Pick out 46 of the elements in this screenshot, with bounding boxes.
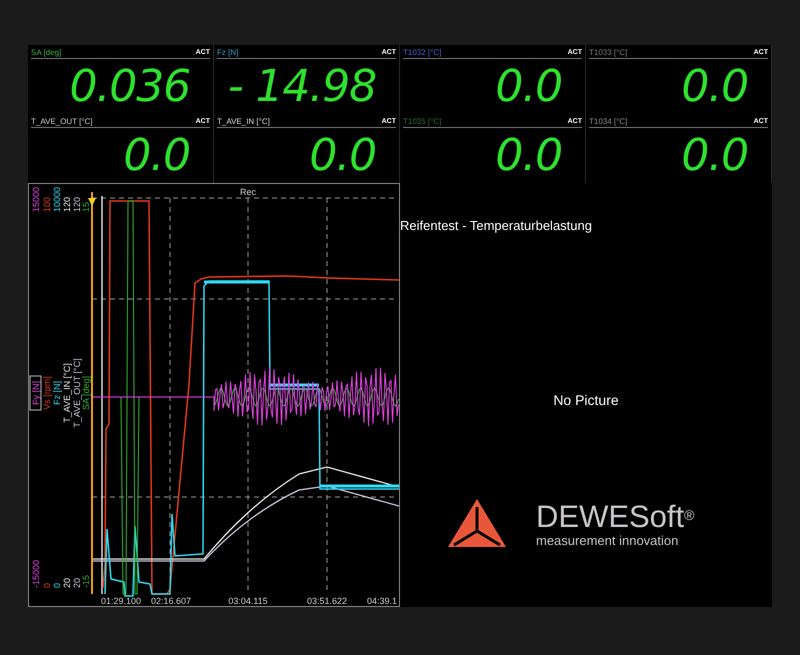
channel-title: T1035 [°C]: [403, 117, 442, 127]
logo-triangle-icon: [448, 498, 506, 548]
channel-title: T1034 [°C]: [589, 117, 628, 127]
axis-min-label: 20: [62, 578, 72, 588]
axis-name[interactable]: T_AVE_IN [°C]: [62, 363, 72, 423]
cursor-marker-icon[interactable]: [88, 198, 96, 206]
logo-wordmark: DEWESoft$^{®}$: [536, 500, 694, 534]
time-axis-label: 01:29.100: [100, 596, 142, 606]
time-axis-label: 02:16.607: [150, 596, 192, 606]
time-axis-label: 04:39.1: [366, 596, 397, 606]
logo-tagline: measurement innovation: [536, 534, 680, 548]
axis-min-label: -15: [81, 574, 91, 588]
axis-name[interactable]: Vs [rpm]: [42, 376, 52, 410]
time-axis-label: 03:04.115: [228, 596, 268, 606]
panel-title: Reifentest - Temperaturbelastung: [400, 217, 593, 235]
axis-max-label: 100: [42, 196, 52, 212]
axis-name[interactable]: Fz [N]: [52, 381, 62, 405]
meter-value: 0.0: [495, 64, 562, 108]
axis-max-label: 120: [62, 196, 72, 212]
axis-max-label: 120: [72, 196, 82, 212]
axis-max-label: 15: [81, 202, 91, 212]
axis-min-label: 0: [42, 582, 52, 588]
meter-value: - 14.98: [228, 64, 376, 108]
axis-name[interactable]: T_AVE_OUT [°C]: [72, 358, 82, 428]
channel-title: T1032 [°C]: [403, 48, 442, 58]
meter-value: 0.0: [309, 134, 376, 178]
meter-value: 0.0: [495, 134, 562, 178]
meter-value: 0.0: [681, 64, 748, 108]
axis-min-label: 20: [72, 578, 82, 588]
axis-min-label: 0: [52, 582, 62, 588]
record-marker-label: Rec: [240, 187, 256, 197]
channel-title: T1033 [°C]: [589, 48, 628, 58]
cursor-line[interactable]: [101, 196, 103, 594]
channel-title: T_AVE_IN [°C]: [217, 117, 270, 127]
channel-title: T_AVE_OUT [°C]: [31, 117, 93, 127]
axis-max-label: 15000: [31, 186, 41, 212]
meter-value: 0.0: [123, 134, 190, 178]
meter-value: 0.0: [681, 134, 748, 178]
axis-max-label: 10000: [52, 186, 62, 212]
meter-value: 0.036: [70, 64, 190, 108]
axis-name[interactable]: SA [deg]: [81, 376, 91, 410]
time-axis-label: 03:51.622: [306, 596, 348, 606]
channel-title: Fz [N]: [217, 48, 238, 58]
no-picture-message: No Picture: [552, 390, 620, 410]
channel-title: SA [deg]: [31, 48, 62, 58]
axis-min-label: -15000: [31, 560, 41, 588]
